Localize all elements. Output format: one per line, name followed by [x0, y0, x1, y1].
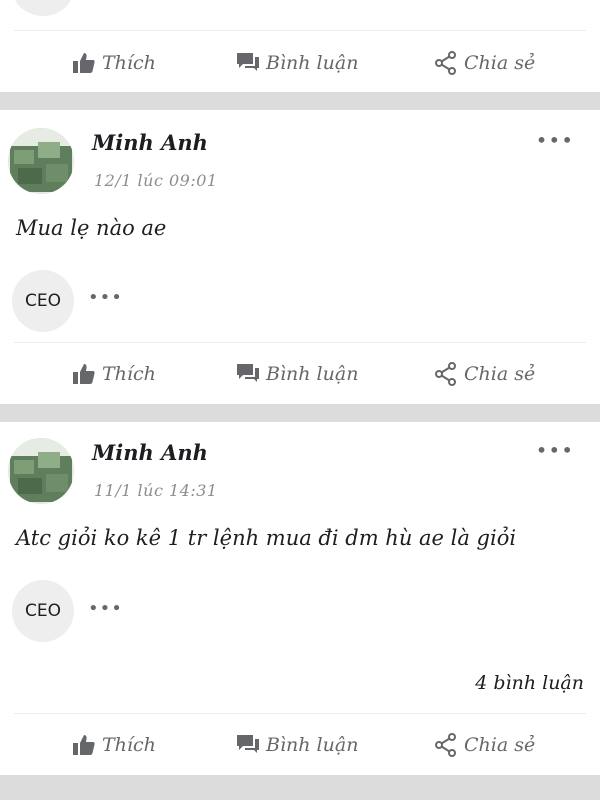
post-time[interactable]: 11/1 lúc 14:31	[94, 481, 218, 500]
like-label: Thích	[102, 52, 156, 74]
share-icon	[435, 362, 456, 386]
like-icon	[73, 53, 95, 73]
reactor-avatar-partial	[12, 0, 74, 16]
comment-label: Bình luận	[266, 363, 359, 385]
share-button[interactable]: Chia sẻ	[434, 43, 535, 83]
comment-button[interactable]: Bình luận	[236, 354, 358, 394]
post-separator	[0, 775, 600, 800]
divider	[14, 713, 586, 714]
like-button[interactable]: Thích	[72, 725, 156, 765]
like-button[interactable]: Thích	[72, 354, 156, 394]
reactor-avatar[interactable]: CEO	[12, 270, 74, 332]
post-content: Atc giỏi ko kê 1 tr lệnh mua đi dm hù ae…	[16, 526, 517, 550]
share-label: Chia sẻ	[464, 52, 536, 74]
share-icon	[435, 51, 456, 75]
comment-icon	[237, 53, 259, 71]
like-icon	[73, 735, 95, 755]
divider	[14, 30, 586, 31]
reactor-more-icon[interactable]: •••	[88, 598, 123, 619]
reactor-more-icon[interactable]: •••	[88, 287, 123, 308]
avatar[interactable]	[8, 128, 74, 194]
share-label: Chia sẻ	[464, 734, 536, 756]
author-name[interactable]: Minh Anh	[92, 130, 208, 155]
share-icon	[435, 733, 456, 757]
post-separator	[0, 404, 600, 422]
comment-icon	[237, 364, 259, 382]
comment-label: Bình luận	[266, 734, 359, 756]
action-bar: Thích Bình luận Chia sẻ	[0, 354, 600, 394]
more-options-icon[interactable]: •••	[536, 438, 574, 462]
post-content: Mua lẹ nào ae	[16, 216, 167, 240]
comment-button[interactable]: Bình luận	[236, 43, 358, 83]
comment-count[interactable]: 4 bình luận	[475, 672, 584, 694]
comment-label: Bình luận	[266, 52, 359, 74]
avatar-image	[8, 128, 74, 194]
avatar[interactable]	[8, 438, 74, 504]
action-bar: Thích Bình luận Chia sẻ	[0, 725, 600, 765]
action-bar: Thích Bình luận Chia sẻ	[0, 43, 600, 83]
post-time[interactable]: 12/1 lúc 09:01	[94, 171, 218, 190]
comment-button[interactable]: Bình luận	[236, 725, 358, 765]
share-button[interactable]: Chia sẻ	[434, 725, 535, 765]
post-separator	[0, 92, 600, 110]
divider	[14, 342, 586, 343]
more-options-icon[interactable]: •••	[536, 128, 574, 152]
reactor-avatar[interactable]: CEO	[12, 580, 74, 642]
like-label: Thích	[102, 363, 156, 385]
author-name[interactable]: Minh Anh	[92, 440, 208, 465]
share-label: Chia sẻ	[464, 363, 536, 385]
like-icon	[73, 364, 95, 384]
avatar-image	[8, 438, 74, 504]
share-button[interactable]: Chia sẻ	[434, 354, 535, 394]
comment-icon	[237, 735, 259, 753]
like-button[interactable]: Thích	[72, 43, 156, 83]
like-label: Thích	[102, 734, 156, 756]
